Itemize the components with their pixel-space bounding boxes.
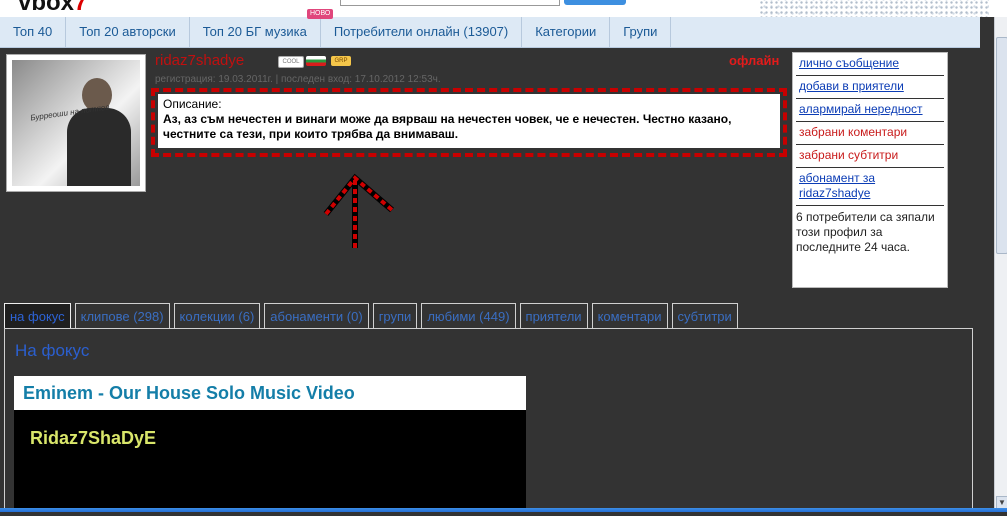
- section-title: На фокус: [15, 341, 90, 360]
- featured-video: Eminem - Our House Solo Music Video Rida…: [14, 376, 526, 516]
- description-text: Аз, аз съм нечестен и винаги може да вяр…: [163, 112, 732, 141]
- tab-groups[interactable]: групи: [372, 303, 418, 328]
- search-button[interactable]: [564, 0, 626, 5]
- avatar-image: Бурреоши на потпов: [12, 60, 140, 186]
- group-badge: GRP: [331, 56, 351, 66]
- bulgaria-flag-icon: [306, 56, 326, 66]
- new-badge: НОВО: [307, 9, 334, 19]
- tab-focus[interactable]: на фокус: [4, 303, 71, 328]
- nav-groups[interactable]: Групи: [610, 17, 672, 47]
- nav-top20-bg[interactable]: Топ 20 БГ музика: [190, 17, 321, 47]
- tab-clips[interactable]: клипове (298): [74, 303, 170, 328]
- profile-meta: регистрация: 19.03.2011г. | последен вхо…: [155, 74, 441, 85]
- description-box: Описание: Аз, аз съм нечестен и винаги м…: [151, 88, 787, 157]
- status-badge: офлайн: [729, 53, 780, 68]
- profile-username[interactable]: ridaz7shadye: [155, 52, 244, 69]
- nav-top40[interactable]: Топ 40: [0, 17, 67, 47]
- search-input[interactable]: [340, 0, 560, 6]
- main-nav: Топ 40 Топ 20 авторски Топ 20 БГ музика …: [0, 17, 980, 48]
- nav-users-online[interactable]: Потребители онлайн (13907): [321, 17, 523, 47]
- tab-favorites[interactable]: любими (449): [421, 303, 516, 328]
- tab-content: На фокус Eminem - Our House Solo Music V…: [4, 328, 973, 512]
- nav-categories[interactable]: Категории: [522, 17, 611, 47]
- os-taskbar: [0, 508, 1007, 512]
- tab-friends[interactable]: приятели: [519, 303, 588, 328]
- video-overlay-text: Ridaz7ShaDyE: [30, 428, 157, 448]
- video-title[interactable]: Eminem - Our House Solo Music Video: [14, 376, 526, 410]
- report-link[interactable]: алармирай нередност: [796, 99, 944, 122]
- block-comments-link[interactable]: забрани коментари: [796, 122, 944, 145]
- header-decoration: [759, 0, 989, 17]
- tab-subscriptions[interactable]: абонаменти (0): [264, 303, 369, 328]
- subscribe-link[interactable]: абонамент за ridaz7shadye: [796, 168, 944, 206]
- tab-comments[interactable]: коментари: [591, 303, 668, 328]
- profile-actions-menu: лично съобщение добави в приятели аларми…: [792, 52, 948, 288]
- avatar[interactable]: Бурреоши на потпов: [6, 54, 146, 192]
- block-subtitles-link[interactable]: забрани субтитри: [796, 145, 944, 168]
- arrow-up-icon: [323, 173, 394, 248]
- add-friend-link[interactable]: добави в приятели: [796, 76, 944, 99]
- profile-views-stat: 6 потребители са зяпали този профил за п…: [796, 210, 935, 254]
- tab-subtitles[interactable]: субтитри: [671, 303, 738, 328]
- site-logo[interactable]: vbox7: [18, 0, 87, 17]
- profile-tabs: на фокус клипове (298) колекции (6) абон…: [4, 303, 742, 328]
- vertical-scrollbar[interactable]: ▼: [994, 17, 1007, 512]
- private-message-link[interactable]: лично съобщение: [796, 53, 944, 76]
- nav-top20-author[interactable]: Топ 20 авторски: [66, 17, 190, 47]
- cool-badge: COOL: [278, 56, 304, 68]
- top-header: vbox7: [0, 0, 1007, 17]
- video-player[interactable]: Ridaz7ShaDyE: [14, 410, 526, 510]
- scrollbar-thumb[interactable]: [996, 37, 1007, 254]
- tab-collections[interactable]: колекции (6): [173, 303, 261, 328]
- description-label: Описание:: [163, 97, 222, 111]
